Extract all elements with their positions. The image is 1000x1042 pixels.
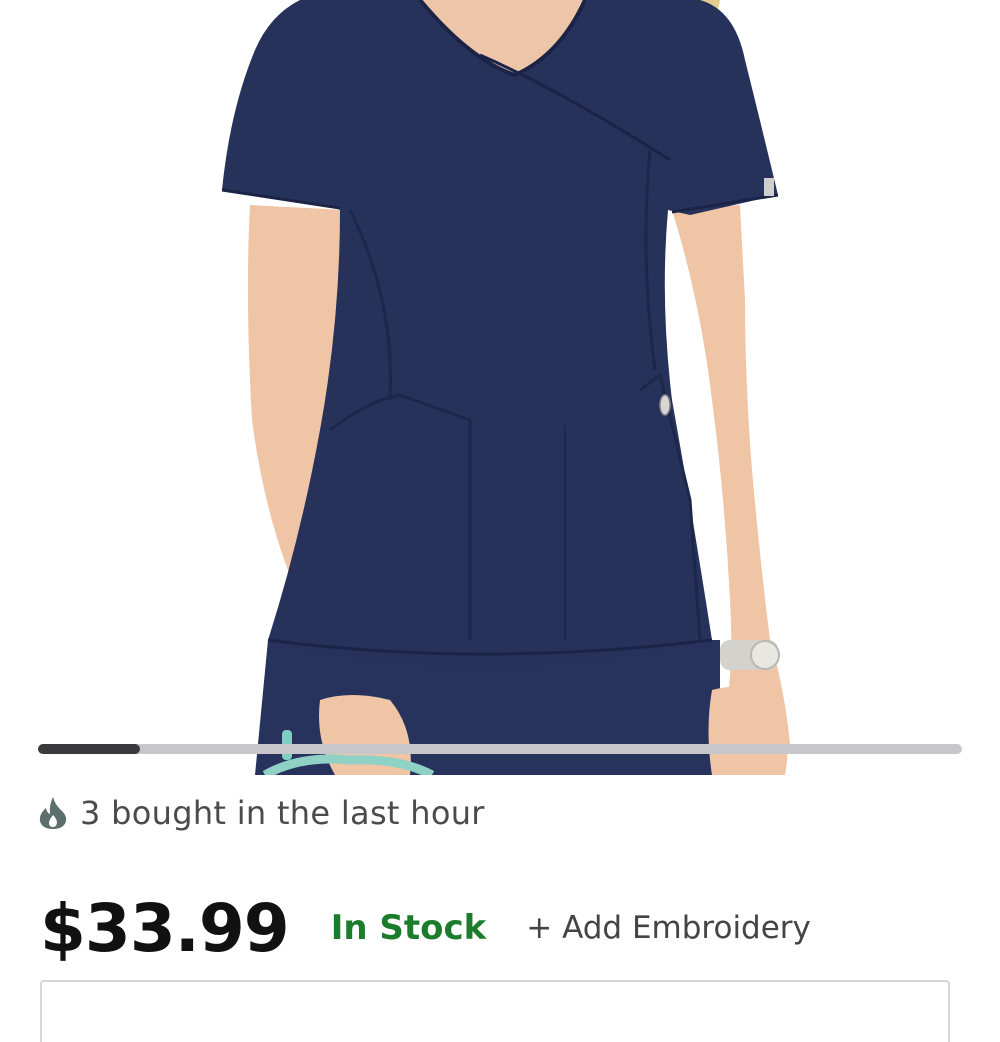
price-row: $33.99 In Stock + Add Embroidery [40, 888, 811, 968]
product-image-gallery[interactable] [0, 0, 1000, 775]
gallery-progress-fill [38, 744, 140, 754]
recent-purchases-text: 3 bought in the last hour [80, 794, 485, 832]
stock-status: In Stock [330, 908, 487, 948]
gallery-progress-bar[interactable] [38, 744, 962, 754]
product-price: $33.99 [40, 889, 290, 967]
recent-purchases-notice: 3 bought in the last hour [38, 790, 485, 836]
flame-icon [39, 797, 67, 829]
right-hand [708, 686, 788, 775]
add-embroidery-link[interactable]: + Add Embroidery [526, 910, 811, 946]
product-options-box[interactable] [40, 980, 950, 1042]
product-image [221, 0, 790, 775]
